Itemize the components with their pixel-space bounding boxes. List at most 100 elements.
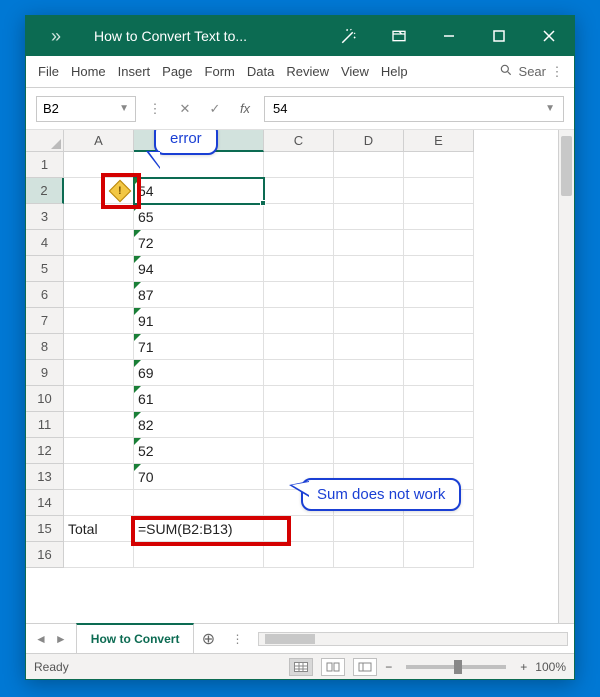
cell-E16[interactable] [404, 542, 474, 568]
cell-A12[interactable] [64, 438, 134, 464]
cell-B5[interactable]: 94 [134, 256, 264, 282]
cell-E4[interactable] [404, 230, 474, 256]
cell-B3[interactable]: 65 [134, 204, 264, 230]
cell-A4[interactable] [64, 230, 134, 256]
cell-C1[interactable] [264, 152, 334, 178]
row-header-12[interactable]: 12 [26, 438, 64, 464]
cell-B8[interactable]: 71 [134, 334, 264, 360]
cell-E3[interactable] [404, 204, 474, 230]
cell-B4[interactable]: 72 [134, 230, 264, 256]
cell-A3[interactable] [64, 204, 134, 230]
cell-C7[interactable] [264, 308, 334, 334]
cell-B16[interactable] [134, 542, 264, 568]
cell-B7[interactable]: 91 [134, 308, 264, 334]
row-header-6[interactable]: 6 [26, 282, 64, 308]
cell-A13[interactable] [64, 464, 134, 490]
cell-E6[interactable] [404, 282, 474, 308]
tab-home[interactable]: Home [65, 56, 112, 88]
cell-D12[interactable] [334, 438, 404, 464]
cell-E1[interactable] [404, 152, 474, 178]
row-header-10[interactable]: 10 [26, 386, 64, 412]
row-header-15[interactable]: 15 [26, 516, 64, 542]
namebox-overflow[interactable]: ⋮ [144, 98, 166, 120]
sheet-nav[interactable]: ◄► [26, 632, 76, 646]
cell-D4[interactable] [334, 230, 404, 256]
row-header-11[interactable]: 11 [26, 412, 64, 438]
cell-C16[interactable] [264, 542, 334, 568]
cell-E9[interactable] [404, 360, 474, 386]
tab-view[interactable]: View [335, 56, 375, 88]
cell-D3[interactable] [334, 204, 404, 230]
cell-A16[interactable] [64, 542, 134, 568]
horizontal-scrollbar[interactable] [258, 632, 568, 646]
cell-D1[interactable] [334, 152, 404, 178]
cell-C15[interactable] [264, 516, 334, 542]
cell-E7[interactable] [404, 308, 474, 334]
select-all-corner[interactable] [26, 130, 64, 152]
row-header-8[interactable]: 8 [26, 334, 64, 360]
cell-B10[interactable]: 61 [134, 386, 264, 412]
tab-file[interactable]: File [32, 56, 65, 88]
row-header-3[interactable]: 3 [26, 204, 64, 230]
cell-C9[interactable] [264, 360, 334, 386]
cell-D6[interactable] [334, 282, 404, 308]
row-header-5[interactable]: 5 [26, 256, 64, 282]
cell-C10[interactable] [264, 386, 334, 412]
view-pagebreak-button[interactable] [353, 658, 377, 676]
cell-B9[interactable]: 69 [134, 360, 264, 386]
tab-page[interactable]: Page [156, 56, 198, 88]
insert-function-button[interactable]: fx [234, 98, 256, 120]
tab-insert[interactable]: Insert [112, 56, 157, 88]
tab-review[interactable]: Review [280, 56, 335, 88]
view-pagelayout-button[interactable] [321, 658, 345, 676]
new-sheet-button[interactable]: ⊕ [194, 629, 222, 649]
cell-C11[interactable] [264, 412, 334, 438]
column-header-E[interactable]: E [404, 130, 474, 152]
cell-A7[interactable] [64, 308, 134, 334]
row-header-7[interactable]: 7 [26, 308, 64, 334]
formula-input[interactable]: 54 ▼ [264, 96, 564, 122]
cell-D7[interactable] [334, 308, 404, 334]
cell-D9[interactable] [334, 360, 404, 386]
cell-C8[interactable] [264, 334, 334, 360]
cell-A10[interactable] [64, 386, 134, 412]
cell-B13[interactable]: 70 [134, 464, 264, 490]
cell-D16[interactable] [334, 542, 404, 568]
cell-A11[interactable] [64, 412, 134, 438]
row-header-4[interactable]: 4 [26, 230, 64, 256]
cell-B11[interactable]: 82 [134, 412, 264, 438]
row-header-9[interactable]: 9 [26, 360, 64, 386]
ribbon-display-icon[interactable] [374, 16, 424, 56]
cell-A15[interactable]: Total [64, 516, 134, 542]
zoom-out-button[interactable]: − [385, 660, 392, 674]
maximize-button[interactable] [474, 16, 524, 56]
cell-D5[interactable] [334, 256, 404, 282]
qat-overflow-button[interactable]: » [26, 26, 86, 47]
column-header-A[interactable]: A [64, 130, 134, 152]
row-header-13[interactable]: 13 [26, 464, 64, 490]
cell-C3[interactable] [264, 204, 334, 230]
tell-me-search[interactable]: Sear [499, 63, 546, 80]
cell-A14[interactable] [64, 490, 134, 516]
tab-data[interactable]: Data [241, 56, 280, 88]
tab-help[interactable]: Help [375, 56, 414, 88]
cell-D2[interactable] [334, 178, 404, 204]
cell-E15[interactable] [404, 516, 474, 542]
cancel-formula-button[interactable]: ✕ [174, 98, 196, 120]
zoom-level[interactable]: 100% [535, 660, 566, 674]
cell-D15[interactable] [334, 516, 404, 542]
cell-E2[interactable] [404, 178, 474, 204]
row-header-1[interactable]: 1 [26, 152, 64, 178]
cell-D11[interactable] [334, 412, 404, 438]
cell-C4[interactable] [264, 230, 334, 256]
cell-A5[interactable] [64, 256, 134, 282]
cell-B6[interactable]: 87 [134, 282, 264, 308]
cell-A1[interactable] [64, 152, 134, 178]
cell-C5[interactable] [264, 256, 334, 282]
tab-formulas[interactable]: Form [199, 56, 241, 88]
error-indicator-icon[interactable]: ! [109, 180, 131, 202]
column-header-C[interactable]: C [264, 130, 334, 152]
vertical-scrollbar[interactable] [558, 130, 574, 623]
minimize-button[interactable] [424, 16, 474, 56]
sheet-tab-active[interactable]: How to Convert [76, 623, 195, 653]
